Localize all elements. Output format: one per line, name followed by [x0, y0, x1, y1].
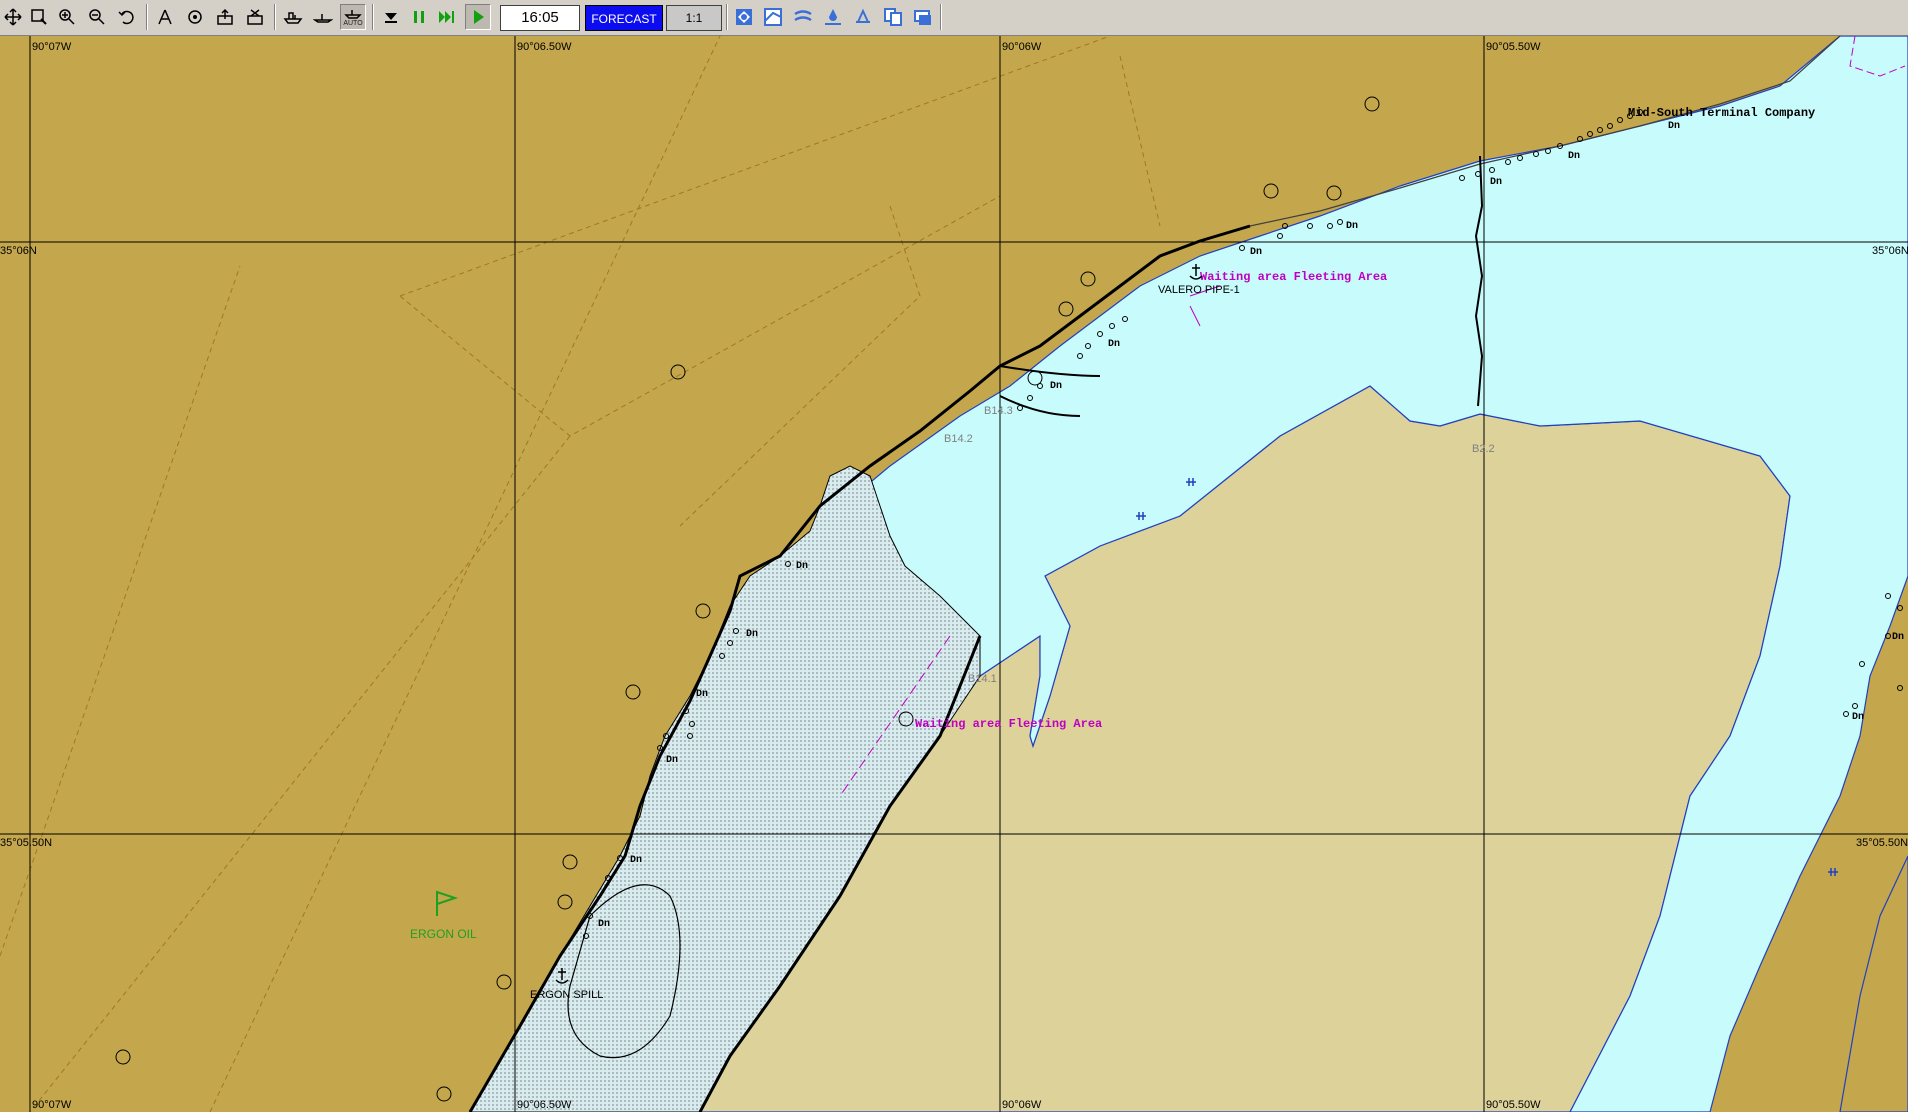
- dn-label: Dn: [1346, 221, 1358, 232]
- dn-label: Dn: [1568, 151, 1580, 162]
- forecast-button[interactable]: FORECAST: [585, 5, 663, 31]
- buoy-label: B14.3: [984, 405, 1013, 417]
- target-icon[interactable]: [182, 4, 208, 30]
- dn-label: Dn: [1892, 632, 1904, 643]
- dn-label: Dn: [1668, 121, 1680, 132]
- dn-label: Dn: [746, 629, 758, 640]
- measure-icon[interactable]: [152, 4, 178, 30]
- dn-label: Dn: [696, 689, 708, 700]
- boat-icon[interactable]: [310, 4, 336, 30]
- lon-label-bottom: 90°05.50W: [1486, 1099, 1541, 1111]
- buoy-label: B14.1: [968, 673, 997, 685]
- copy-icon[interactable]: [880, 4, 906, 30]
- dn-label: Dn: [1250, 247, 1262, 258]
- dn-label: Dn: [1852, 712, 1864, 723]
- dn-label: Dn: [1050, 381, 1062, 392]
- weather-icon[interactable]: [850, 4, 876, 30]
- download-icon[interactable]: [378, 4, 404, 30]
- lon-label-top: 90°06W: [1002, 41, 1042, 53]
- tide-icon[interactable]: [820, 4, 846, 30]
- zoom-out-icon[interactable]: [84, 4, 110, 30]
- lat-label-right: 35°05.50N: [1856, 837, 1908, 849]
- pause-icon[interactable]: [406, 4, 432, 30]
- play-icon[interactable]: [465, 4, 491, 30]
- fleeting-area-label[interactable]: Waiting area Fleeting Area: [915, 717, 1102, 731]
- lon-label-top: 90°07W: [32, 41, 72, 53]
- lon-label-bottom: 90°06.50W: [517, 1099, 572, 1111]
- chart-icon[interactable]: [760, 4, 786, 30]
- ergon-spill-label[interactable]: ERGON SPILL: [530, 989, 603, 1001]
- auto-button[interactable]: AUTO: [340, 4, 366, 30]
- layers-icon[interactable]: [731, 4, 757, 30]
- lat-label-right: 35°06N: [1872, 245, 1908, 257]
- dn-label: Dn: [1490, 177, 1502, 188]
- export-icon[interactable]: [212, 4, 238, 30]
- lon-label-bottom: 90°07W: [32, 1099, 72, 1111]
- lon-label-top: 90°05.50W: [1486, 41, 1541, 53]
- dn-label: Dn: [598, 919, 610, 930]
- lat-label-left: 35°05.50N: [0, 837, 52, 849]
- zoom-in-icon[interactable]: [54, 4, 80, 30]
- dn-label: Dn: [796, 561, 808, 572]
- current-icon[interactable]: [790, 4, 816, 30]
- dn-label: Dn: [630, 855, 642, 866]
- buoy-label: B14.2: [944, 433, 973, 445]
- import-icon[interactable]: [242, 4, 268, 30]
- buoy-label: B2.2: [1472, 443, 1495, 455]
- time-display[interactable]: 16:05: [500, 5, 580, 31]
- dn-label: Dn: [1108, 339, 1120, 350]
- undo-icon[interactable]: [114, 4, 140, 30]
- lon-label-bottom: 90°06W: [1002, 1099, 1042, 1111]
- auto-label: AUTO: [343, 19, 363, 27]
- pan-icon[interactable]: [0, 4, 26, 30]
- fleeting-area-label[interactable]: Waiting area Fleeting Area: [1200, 270, 1387, 284]
- toolbar: AUTO 16:05 FORECAST 1:1: [0, 0, 1908, 36]
- valero-label[interactable]: VALERO PIPE-1: [1158, 284, 1240, 296]
- ship-icon[interactable]: [280, 4, 306, 30]
- terminal-label[interactable]: Mid-South Terminal Company: [1628, 106, 1815, 120]
- lon-label-top: 90°06.50W: [517, 41, 572, 53]
- nautical-chart[interactable]: 90°07W 90°06.50W 90°06W 90°05.50W 90°07W…: [0, 36, 1908, 1112]
- ergon-oil-label[interactable]: ERGON OIL: [410, 927, 477, 941]
- fast-forward-icon[interactable]: [434, 4, 460, 30]
- window-icon[interactable]: [910, 4, 936, 30]
- zoom-window-icon[interactable]: [26, 4, 52, 30]
- lat-label-left: 35°06N: [0, 245, 37, 257]
- scale-display[interactable]: 1:1: [666, 5, 722, 31]
- dn-label: Dn: [666, 755, 678, 766]
